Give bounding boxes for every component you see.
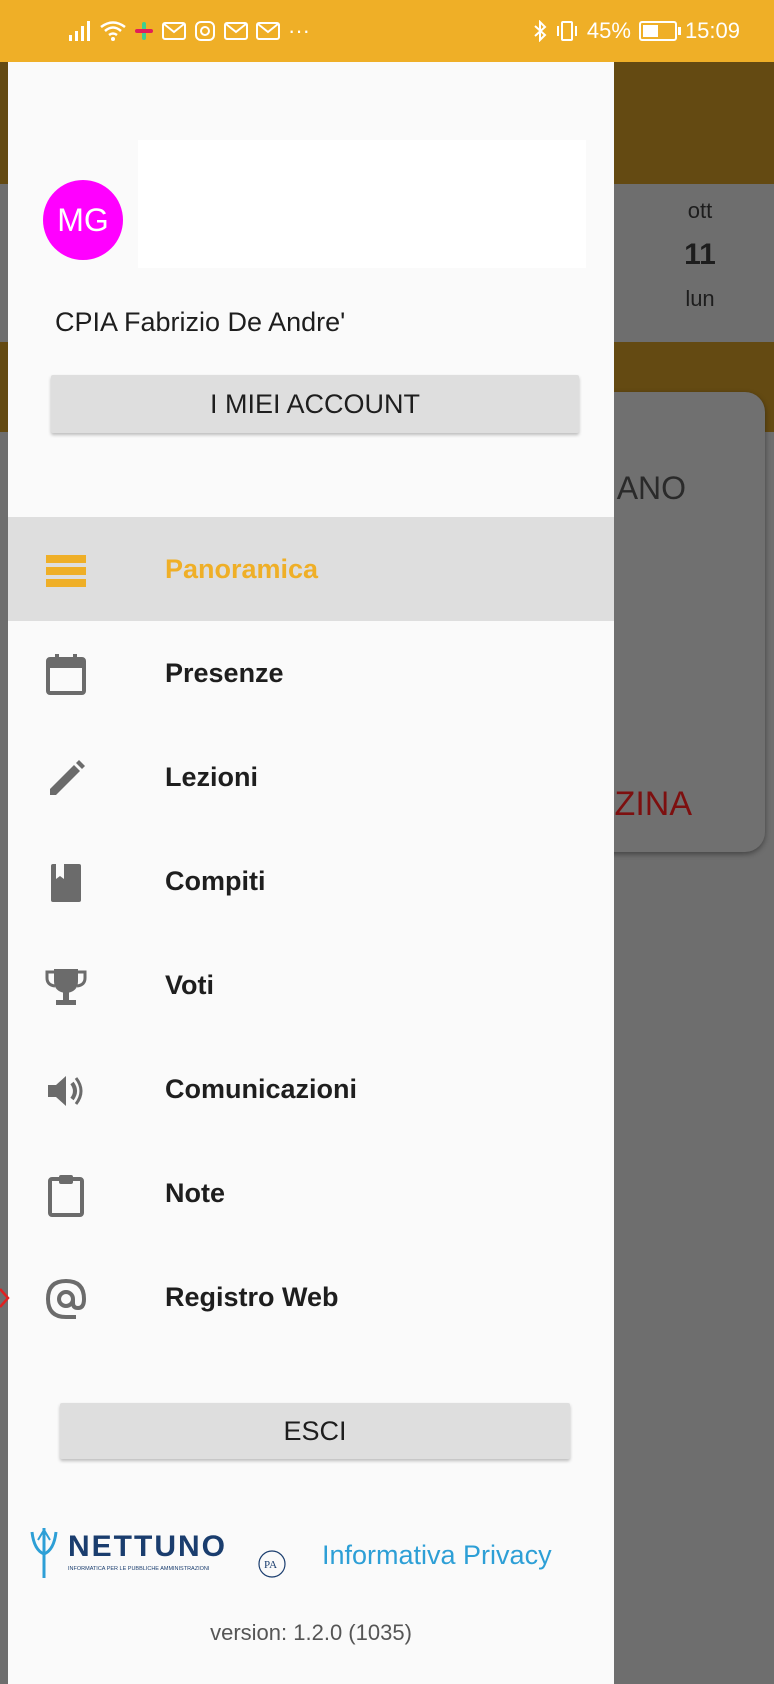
menu-label: Compiti (165, 865, 266, 896)
logout-button[interactable]: ESCI (60, 1403, 570, 1459)
avatar[interactable]: MG (43, 180, 123, 260)
background-date: ott 11 lun (670, 198, 730, 312)
at-icon (42, 1275, 90, 1323)
clipboard-icon (42, 1171, 90, 1219)
menu-label: Lezioni (165, 761, 258, 792)
menu-label: Note (165, 1177, 225, 1208)
date-weekday: lun (685, 286, 715, 311)
nettuno-logo: NETTUNO INFORMATICA PER LE PUBBLICHE AMM… (26, 1522, 292, 1582)
menu-label: Registro Web (165, 1281, 339, 1312)
privacy-link[interactable]: Informativa Privacy (322, 1540, 552, 1571)
menu-item-panoramica[interactable]: Panoramica (8, 517, 614, 621)
menu-label: Voti (165, 969, 214, 1000)
drawer-menu: Panoramica Presenze Lezioni Compiti Voti (8, 517, 614, 1349)
school-name: CPIA Fabrizio De Andre' (55, 307, 346, 337)
date-day: 11 (684, 238, 716, 271)
more-notifications: ··· (288, 18, 310, 43)
wifi-icon (100, 21, 126, 41)
navigation-drawer: MG CPIA Fabrizio De Andre' I MIEI ACCOUN… (8, 62, 614, 1684)
signal-icon (69, 21, 90, 41)
instagram-icon (195, 21, 215, 41)
menu-item-voti[interactable]: Voti (8, 933, 614, 1037)
user-name-box (138, 140, 586, 268)
date-month: ott (687, 198, 713, 223)
svg-text:NETTUNO: NETTUNO (68, 1530, 227, 1563)
status-left-icons: ··· (68, 18, 310, 44)
menu-item-comunicazioni[interactable]: Comunicazioni (8, 1037, 614, 1141)
slack-icon (135, 22, 153, 40)
status-bar: ··· 45% 15:09 (0, 0, 774, 62)
bluetooth-icon (534, 20, 547, 42)
my-accounts-button[interactable]: I MIEI ACCOUNT (51, 375, 579, 433)
gmail-icon (162, 22, 186, 40)
svg-text:PA: PA (264, 1559, 277, 1571)
clock: 15:09 (684, 18, 740, 43)
battery-icon (638, 21, 681, 41)
speaker-icon (42, 1067, 90, 1115)
trident-icon (30, 1528, 58, 1578)
menu-item-compiti[interactable]: Compiti (8, 829, 614, 933)
menu-label: Presenze (165, 657, 284, 688)
battery-percent: 45% (586, 18, 631, 43)
menu-item-lezioni[interactable]: Lezioni (8, 725, 614, 829)
book-icon (42, 859, 90, 907)
trophy-icon (42, 963, 90, 1011)
menu-item-presenze[interactable]: Presenze (8, 621, 614, 725)
menu-item-note[interactable]: Note (8, 1141, 614, 1245)
menu-item-registro-web[interactable]: Registro Web (8, 1245, 614, 1349)
gmail-icon (224, 22, 248, 40)
gmail-icon (256, 22, 280, 40)
app-version: version: 1.2.0 (1035) (210, 1620, 412, 1645)
menu-label: Comunicazioni (165, 1073, 358, 1104)
menu-label: Panoramica (165, 553, 319, 584)
vibrate-icon (556, 21, 577, 41)
status-right-icons: 45% 15:09 (533, 18, 740, 44)
edge-arrow-icon (0, 1288, 10, 1308)
svg-text:INFORMATICA PER LE PUBBLICHE A: INFORMATICA PER LE PUBBLICHE AMMINISTRAZ… (68, 1566, 210, 1572)
calendar-icon (42, 651, 90, 699)
pencil-icon (42, 755, 90, 803)
overview-icon (42, 547, 90, 595)
